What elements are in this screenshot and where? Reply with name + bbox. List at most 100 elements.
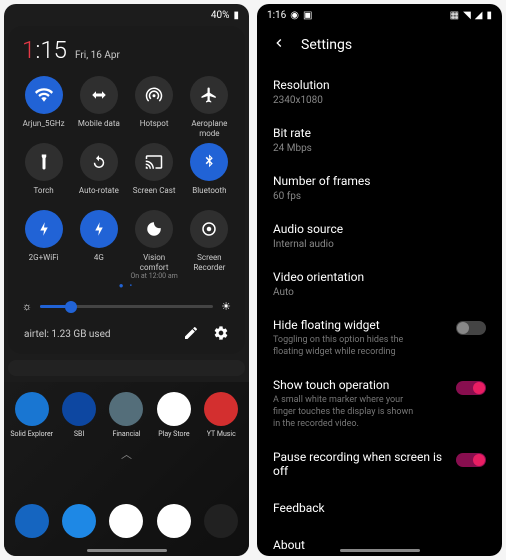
qs-label: Vision comfortOn at 12:00 am	[129, 253, 180, 271]
rotate-icon	[80, 143, 118, 181]
home-screen: Solid Explorer SBIFinancial Play Store YT M…	[4, 382, 249, 556]
app-solid-explorer[interactable]: Solid Explorer	[10, 392, 53, 438]
status-time: 1:16	[267, 10, 286, 21]
toggle-switch[interactable]	[456, 321, 486, 335]
nav-bar[interactable]	[340, 549, 420, 552]
qs-tile-cast[interactable]: Screen Cast	[129, 143, 180, 204]
app-yt-music[interactable]: YT Music	[200, 392, 243, 438]
setting-value: Auto	[273, 287, 486, 298]
toggle-hide-floating-widget[interactable]: Hide floating widgetToggling on this opt…	[273, 308, 486, 368]
qs-tile-hotspot[interactable]: Hotspot	[129, 76, 180, 137]
toggle-desc: A small white marker where your finger t…	[273, 395, 456, 430]
setting-value: 2340x1080	[273, 95, 486, 106]
app-label: Solid Explorer	[10, 430, 53, 438]
edit-icon[interactable]	[183, 325, 199, 344]
date: Fri, 16 Apr	[75, 50, 120, 61]
link-label: Feedback	[273, 501, 486, 515]
qs-tile-record[interactable]: Screen Recorder	[184, 210, 235, 271]
battery-icon: ▮	[486, 10, 492, 21]
setting-number-of-frames[interactable]: Number of frames60 fps	[273, 164, 486, 212]
qs-label: Arjun_5GHz	[23, 119, 65, 137]
qs-label: Mobile data	[78, 119, 120, 137]
setting-label: Number of frames	[273, 174, 486, 188]
record-icon	[190, 210, 228, 248]
app-icon	[15, 504, 49, 538]
swap-icon	[80, 76, 118, 114]
setting-resolution[interactable]: Resolution 2340x1080	[273, 68, 486, 116]
app-icon	[157, 504, 191, 538]
setting-label: Resolution	[273, 78, 486, 92]
qs-label: Screen Recorder	[184, 253, 235, 271]
quick-settings-panel: 1:15 Fri, 16 Apr Arjun_5GHzMobile dataHo…	[8, 26, 245, 354]
qs-label: Aeroplane mode	[184, 119, 235, 137]
app-icon	[62, 392, 96, 426]
toggle-show-touch-operation[interactable]: Show touch operation A small white marker…	[273, 368, 486, 440]
qs-tile-torch[interactable]: Torch	[18, 143, 69, 204]
app-icon	[15, 392, 49, 426]
qs-label: 2G+WiFi	[29, 253, 59, 271]
brightness-high-icon: ☀	[221, 300, 231, 313]
cast-icon	[135, 143, 173, 181]
setting-audio-source[interactable]: Audio sourceInternal audio	[273, 212, 486, 260]
page-dots[interactable]: ● •	[16, 275, 237, 296]
bt-icon	[190, 143, 228, 181]
qs-tile-moon[interactable]: Vision comfortOn at 12:00 am	[129, 210, 180, 271]
page-title: Settings	[301, 37, 352, 53]
back-icon[interactable]	[271, 35, 287, 54]
toggle-label: Show touch operation	[273, 378, 456, 392]
setting-bit-rate[interactable]: Bit rate24 Mbps	[273, 116, 486, 164]
status-bar: 1:16 ◉ ▣ ▦ ◥ ◢ ▮	[257, 4, 502, 25]
data-usage: airtel: 1.23 GB used	[24, 329, 111, 340]
app-icon	[157, 392, 191, 426]
phone-left: 40% ▮ 1:15 Fri, 16 Apr Arjun_5GHzMobile …	[4, 4, 249, 556]
brightness-track[interactable]	[40, 305, 213, 308]
chevron-up-icon[interactable]: ︿	[10, 446, 243, 462]
moon-icon	[135, 210, 173, 248]
qs-label: Torch	[34, 186, 54, 204]
battery-percent: 40%	[211, 10, 230, 21]
notification-bar[interactable]	[8, 360, 245, 376]
qs-tile-wifi[interactable]: Arjun_5GHz	[18, 76, 69, 137]
phone-right: 1:16 ◉ ▣ ▦ ◥ ◢ ▮ Settings Resolution 2340…	[257, 4, 502, 556]
app-financial[interactable]: Financial	[105, 392, 148, 438]
qs-tile-rotate[interactable]: Auto-rotate	[73, 143, 124, 204]
toggle-pause-recording-when-screen-is-off[interactable]: Pause recording when screen is off	[273, 440, 486, 491]
qs-label: Bluetooth	[192, 186, 226, 204]
record-icon: ◉	[290, 10, 299, 21]
plane-icon	[190, 76, 228, 114]
cast-icon: ▣	[303, 10, 312, 21]
app-play-store[interactable]: Play Store	[152, 392, 195, 438]
settings-list: Resolution2340x1080Bit rate24 MbpsNumber…	[257, 68, 502, 556]
dock-app-1[interactable]	[57, 504, 100, 538]
gear-icon[interactable]	[213, 325, 229, 344]
app-label: Play Store	[158, 430, 189, 438]
brightness-slider[interactable]: ☼ ☀	[16, 296, 237, 317]
qs-grid: Arjun_5GHz Mobile data HotspotAeroplane mo…	[16, 72, 237, 275]
app-row: Solid Explorer SBIFinancial Play Store YT M…	[10, 392, 243, 438]
qs-tile-bolt[interactable]: 2G+WiFi	[18, 210, 69, 271]
dock-app-4[interactable]	[200, 504, 243, 538]
nav-bar[interactable]	[87, 549, 167, 552]
app-label: YT Music	[207, 430, 236, 438]
setting-video-orientation[interactable]: Video orientationAuto	[273, 260, 486, 308]
toggle-switch[interactable]	[456, 381, 486, 395]
data-usage-row: airtel: 1.23 GB used	[16, 317, 237, 346]
dock-app-0[interactable]	[10, 504, 53, 538]
dock-app-3[interactable]	[152, 504, 195, 538]
toggle-switch[interactable]	[456, 453, 486, 467]
signal-icon: ◢	[475, 10, 483, 21]
qs-tile-bolt[interactable]: 4G	[73, 210, 124, 271]
brightness-low-icon: ☼	[22, 300, 32, 313]
qs-tile-swap[interactable]: Mobile data	[73, 76, 124, 137]
app-sbi[interactable]: SBI	[57, 392, 100, 438]
link-feedback[interactable]: Feedback	[273, 491, 486, 528]
hotspot-icon	[135, 76, 173, 114]
qs-tile-bt[interactable]: Bluetooth	[184, 143, 235, 204]
status-bar: 40% ▮	[4, 4, 249, 26]
qs-tile-plane[interactable]: Aeroplane mode	[184, 76, 235, 137]
setting-label: Bit rate	[273, 126, 486, 140]
app-icon	[109, 504, 143, 538]
dock-app-2[interactable]	[105, 504, 148, 538]
setting-label: Audio source	[273, 222, 486, 236]
bolt-icon	[80, 210, 118, 248]
